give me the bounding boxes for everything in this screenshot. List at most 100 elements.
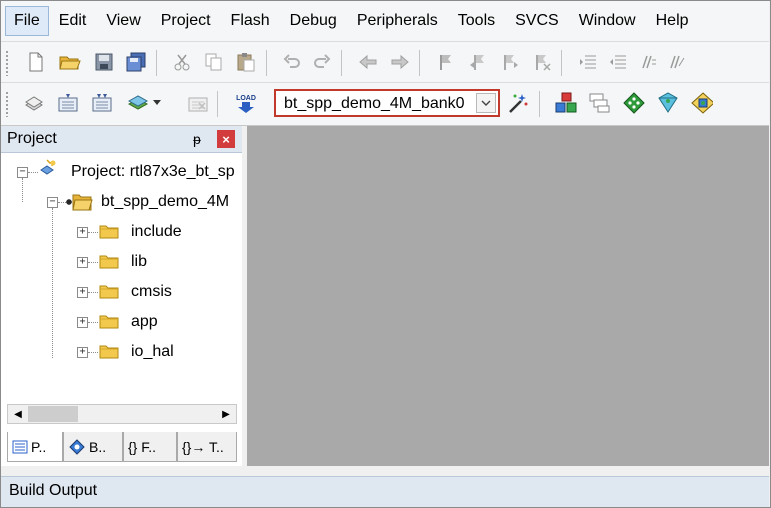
- manage-rte-button[interactable]: [657, 92, 679, 114]
- redo-button[interactable]: [311, 51, 333, 73]
- copy-button[interactable]: [203, 51, 225, 73]
- project-root-node[interactable]: Project: rtl87x3e_bt_sp: [71, 160, 235, 184]
- bookmark-prev-icon: [470, 55, 484, 70]
- expand-toggle[interactable]: +: [77, 317, 88, 328]
- folder-icon: [99, 345, 119, 359]
- target-node[interactable]: bt_spp_demo_4M: [101, 190, 229, 214]
- paste-button[interactable]: [235, 51, 257, 73]
- editor-area[interactable]: [247, 126, 769, 466]
- tree-connector: [88, 262, 98, 264]
- navigate-forward-button[interactable]: [389, 51, 411, 73]
- collapse-toggle[interactable]: −: [17, 167, 28, 178]
- expand-toggle[interactable]: +: [77, 347, 88, 358]
- rebuild-button[interactable]: [91, 92, 113, 114]
- tab-books[interactable]: B..: [63, 432, 123, 462]
- menu-flash[interactable]: Flash: [221, 6, 280, 36]
- menu-view[interactable]: View: [96, 6, 150, 36]
- build-button[interactable]: [57, 92, 79, 114]
- menu-edit[interactable]: Edit: [49, 6, 97, 36]
- file-extensions-button[interactable]: [589, 92, 611, 114]
- manage-components-button[interactable]: [555, 92, 577, 114]
- new-file-icon: [29, 52, 43, 72]
- save-all-icon: [126, 52, 146, 72]
- undo-icon: [283, 54, 300, 68]
- expand-toggle[interactable]: +: [77, 287, 88, 298]
- toolbar-separator: [341, 50, 342, 76]
- clear-bookmarks-button[interactable]: [531, 51, 553, 73]
- menu-project[interactable]: Project: [151, 6, 221, 36]
- close-icon[interactable]: ×: [217, 130, 235, 148]
- horizontal-scrollbar[interactable]: ◀ ▶: [7, 404, 237, 424]
- tab-project[interactable]: P..: [7, 432, 63, 462]
- rebuild-icon: [92, 94, 112, 112]
- target-select-dropdown[interactable]: [476, 93, 496, 113]
- expand-toggle[interactable]: +: [77, 257, 88, 268]
- load-label: LOAD: [236, 95, 256, 102]
- software-packs-button[interactable]: [691, 92, 713, 114]
- target-options-button[interactable]: [507, 92, 529, 114]
- group-app[interactable]: app: [131, 310, 158, 334]
- batch-build-button[interactable]: [127, 92, 149, 114]
- save-all-button[interactable]: [125, 51, 147, 73]
- stop-build-button[interactable]: [187, 92, 209, 114]
- save-button[interactable]: [93, 51, 115, 73]
- toolbar-grip[interactable]: [5, 91, 9, 117]
- menu-svcs[interactable]: SVCS: [505, 6, 569, 36]
- indent-button[interactable]: [577, 51, 599, 73]
- select-packs-button[interactable]: [623, 92, 645, 114]
- undo-button[interactable]: [281, 51, 303, 73]
- unindent-button[interactable]: [607, 51, 629, 73]
- scroll-left-icon[interactable]: ◀: [9, 405, 27, 423]
- standard-toolbar: [1, 41, 769, 82]
- group-include[interactable]: include: [131, 220, 182, 244]
- build-output-panel[interactable]: Build Output: [1, 476, 769, 507]
- scrollbar-thumb[interactable]: [28, 406, 78, 422]
- download-button[interactable]: LOAD: [233, 92, 259, 114]
- pin-icon[interactable]: ᵽ: [193, 131, 201, 147]
- build-icon: [58, 94, 78, 112]
- file-extensions-icon: [589, 93, 610, 113]
- tab-label: {} F..: [128, 438, 157, 455]
- prev-bookmark-button[interactable]: [467, 51, 489, 73]
- menu-window[interactable]: Window: [569, 6, 646, 36]
- cut-button[interactable]: [171, 51, 193, 73]
- copy-icon: [205, 53, 222, 71]
- batch-build-dropdown[interactable]: [151, 92, 163, 114]
- new-file-button[interactable]: [25, 51, 47, 73]
- toolbar-grip[interactable]: [5, 50, 9, 76]
- chevron-down-icon: [153, 100, 161, 105]
- indent-icon: [580, 55, 596, 69]
- toolbar-separator: [266, 50, 267, 76]
- group-label: lib: [131, 253, 148, 270]
- scroll-right-icon[interactable]: ▶: [217, 405, 235, 423]
- tree-connector: [88, 352, 98, 354]
- menu-tools[interactable]: Tools: [448, 6, 505, 36]
- target-select[interactable]: bt_spp_demo_4M_bank0: [274, 89, 500, 117]
- menu-debug[interactable]: Debug: [280, 6, 347, 36]
- group-lib[interactable]: lib: [131, 250, 147, 274]
- project-root-icon: [40, 159, 56, 175]
- group-cmsis[interactable]: cmsis: [131, 280, 172, 304]
- expand-toggle[interactable]: +: [77, 227, 88, 238]
- insert-bookmark-button[interactable]: [435, 51, 457, 73]
- arrow-right-icon: [391, 54, 409, 70]
- uncomment-button[interactable]: [665, 51, 687, 73]
- tab-functions[interactable]: {} F..: [123, 432, 177, 462]
- next-bookmark-button[interactable]: [499, 51, 521, 73]
- status-gap: [1, 466, 769, 476]
- open-file-button[interactable]: [59, 51, 81, 73]
- comment-icon: [642, 55, 656, 69]
- menu-peripherals[interactable]: Peripherals: [347, 6, 448, 36]
- cut-icon: [174, 54, 190, 71]
- tab-label: P..: [31, 438, 47, 455]
- group-io-hal[interactable]: io_hal: [131, 340, 174, 364]
- navigate-back-button[interactable]: [357, 51, 379, 73]
- tab-label: B..: [89, 438, 107, 455]
- redo-icon: [314, 54, 331, 68]
- menu-help[interactable]: Help: [646, 6, 699, 36]
- translate-button[interactable]: [23, 92, 45, 114]
- collapse-toggle[interactable]: −: [47, 197, 58, 208]
- menu-file[interactable]: File: [5, 6, 49, 36]
- tab-templates[interactable]: {}→ T..: [177, 432, 237, 462]
- comment-button[interactable]: [637, 51, 659, 73]
